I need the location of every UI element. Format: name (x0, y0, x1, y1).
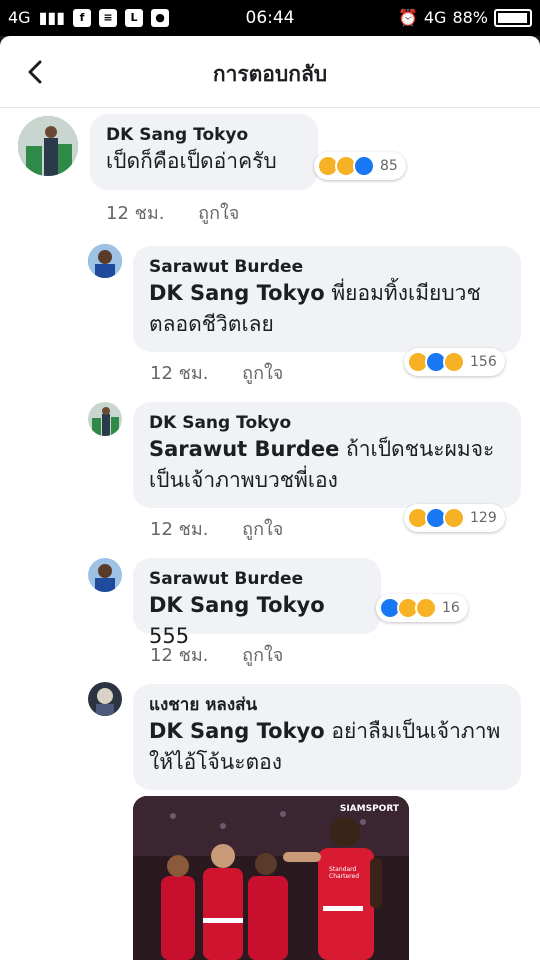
comment-meta: 12 ชม. ถูกใจ (150, 358, 311, 387)
wow-icon (443, 507, 465, 529)
status-right: ⏰ 4G 88% (398, 8, 532, 27)
header: การตอบกลับ (0, 36, 540, 108)
like-button[interactable]: ถูกใจ (242, 519, 283, 540)
avatar[interactable] (88, 244, 122, 278)
comment-bubble[interactable]: DK Sang Tokyo Sarawut Burdee ถ้าเป็ดชนะผ… (133, 402, 521, 508)
comment-text-line2: ให้ไอ้โจ้นะตอง (149, 750, 282, 774)
comment-bubble[interactable]: Sarawut Burdee DK Sang Tokyo พี่ยอมทิ้งเ… (133, 246, 521, 352)
commenter-name[interactable]: DK Sang Tokyo (149, 412, 505, 434)
comment-body: ถ้าเป็ดชนะผมจะ (339, 437, 495, 461)
comment-text: DK Sang Tokyo พี่ยอมทิ้งเมียบวช (149, 278, 505, 309)
avatar[interactable] (88, 682, 122, 716)
network-right-label: 4G (423, 8, 447, 27)
comment-body: อย่าลืมเป็นเจ้าภาพ (324, 719, 501, 743)
avatar-photo (18, 116, 78, 176)
mention-link[interactable]: DK Sang Tokyo (149, 593, 325, 617)
comment-text-line2: ตลอดชีวิตเลย (149, 312, 274, 336)
comment-bubble[interactable]: DK Sang Tokyo เป็ดก็คือเป็ดอ่าครับ (90, 114, 318, 190)
reactions-summary[interactable]: 129 (404, 504, 505, 532)
avatar[interactable] (88, 402, 122, 436)
reaction-count: 85 (380, 158, 398, 174)
comment-time[interactable]: 12 ชม. (106, 203, 164, 224)
comment-time[interactable]: 12 ชม. (150, 645, 208, 666)
status-bar: 4G ▮▮▮ f ≡ L ● 06:44 ⏰ 4G 88% (0, 0, 540, 36)
comment-meta: 12 ชม. ถูกใจ (106, 198, 267, 227)
reaction-count: 16 (442, 600, 460, 616)
comment-meta: 12 ชม. ถูกใจ (150, 514, 311, 543)
like-icon (353, 155, 375, 177)
like-button[interactable]: ถูกใจ (242, 645, 283, 666)
mention-link[interactable]: Sarawut Burdee (149, 437, 339, 461)
replies-screen: การตอบกลับ DK Sang Tokyo เป็ดก็คือเป็ดอ่… (0, 36, 540, 960)
comment-time[interactable]: 12 ชม. (150, 363, 208, 384)
comment-time[interactable]: 12 ชม. (150, 519, 208, 540)
mention-link[interactable]: DK Sang Tokyo (149, 281, 325, 305)
commenter-name[interactable]: Sarawut Burdee (149, 568, 365, 590)
avatar[interactable] (18, 116, 78, 176)
wow-icon (443, 351, 465, 373)
mention-link[interactable]: DK Sang Tokyo (149, 719, 325, 743)
reactions-summary[interactable]: 16 (376, 594, 468, 622)
commenter-name[interactable]: Sarawut Burdee (149, 256, 505, 278)
comment-body: พี่ยอมทิ้งเมียบวช (324, 281, 481, 305)
comment-meta: 12 ชม. ถูกใจ (150, 640, 311, 669)
like-button[interactable]: ถูกใจ (198, 203, 239, 224)
wow-icon (415, 597, 437, 619)
alarm-icon: ⏰ (397, 8, 418, 27)
reaction-count: 156 (470, 354, 497, 370)
photo-watermark: SIAMSPORT (339, 804, 399, 814)
reaction-count: 129 (470, 510, 497, 526)
comment-text: DK Sang Tokyo อย่าลืมเป็นเจ้าภาพ (149, 716, 505, 747)
reactions-summary[interactable]: 156 (404, 348, 505, 376)
commenter-name[interactable]: DK Sang Tokyo (106, 124, 302, 146)
battery-percent: 88% (452, 8, 488, 27)
sponsor-logo: Standard Chartered (329, 866, 360, 880)
avatar[interactable] (88, 558, 122, 592)
avatar-photo (88, 244, 122, 278)
comment-photo[interactable]: SIAMSPORT Standard Chartered (133, 796, 409, 960)
page-title: การตอบกลับ (212, 62, 328, 86)
like-button[interactable]: ถูกใจ (242, 363, 283, 384)
avatar-photo (88, 558, 122, 592)
comment-text-line2: เป็นเจ้าภาพบวชพี่เอง (149, 468, 338, 492)
reactions-summary[interactable]: 85 (314, 152, 406, 180)
comment-bubble[interactable]: Sarawut Burdee DK Sang Tokyo 555 (133, 558, 381, 648)
comment-text: Sarawut Burdee ถ้าเป็ดชนะผมจะ (149, 434, 505, 465)
comment-bubble[interactable]: แงชาย หลงส่น DK Sang Tokyo อย่าลืมเป็นเจ… (133, 684, 521, 790)
avatar-photo (88, 402, 122, 436)
battery-icon (494, 8, 532, 27)
avatar-photo (88, 682, 122, 716)
comment-text: เป็ดก็คือเป็ดอ่าครับ (106, 149, 277, 173)
commenter-name[interactable]: แงชาย หลงส่น (149, 694, 505, 716)
